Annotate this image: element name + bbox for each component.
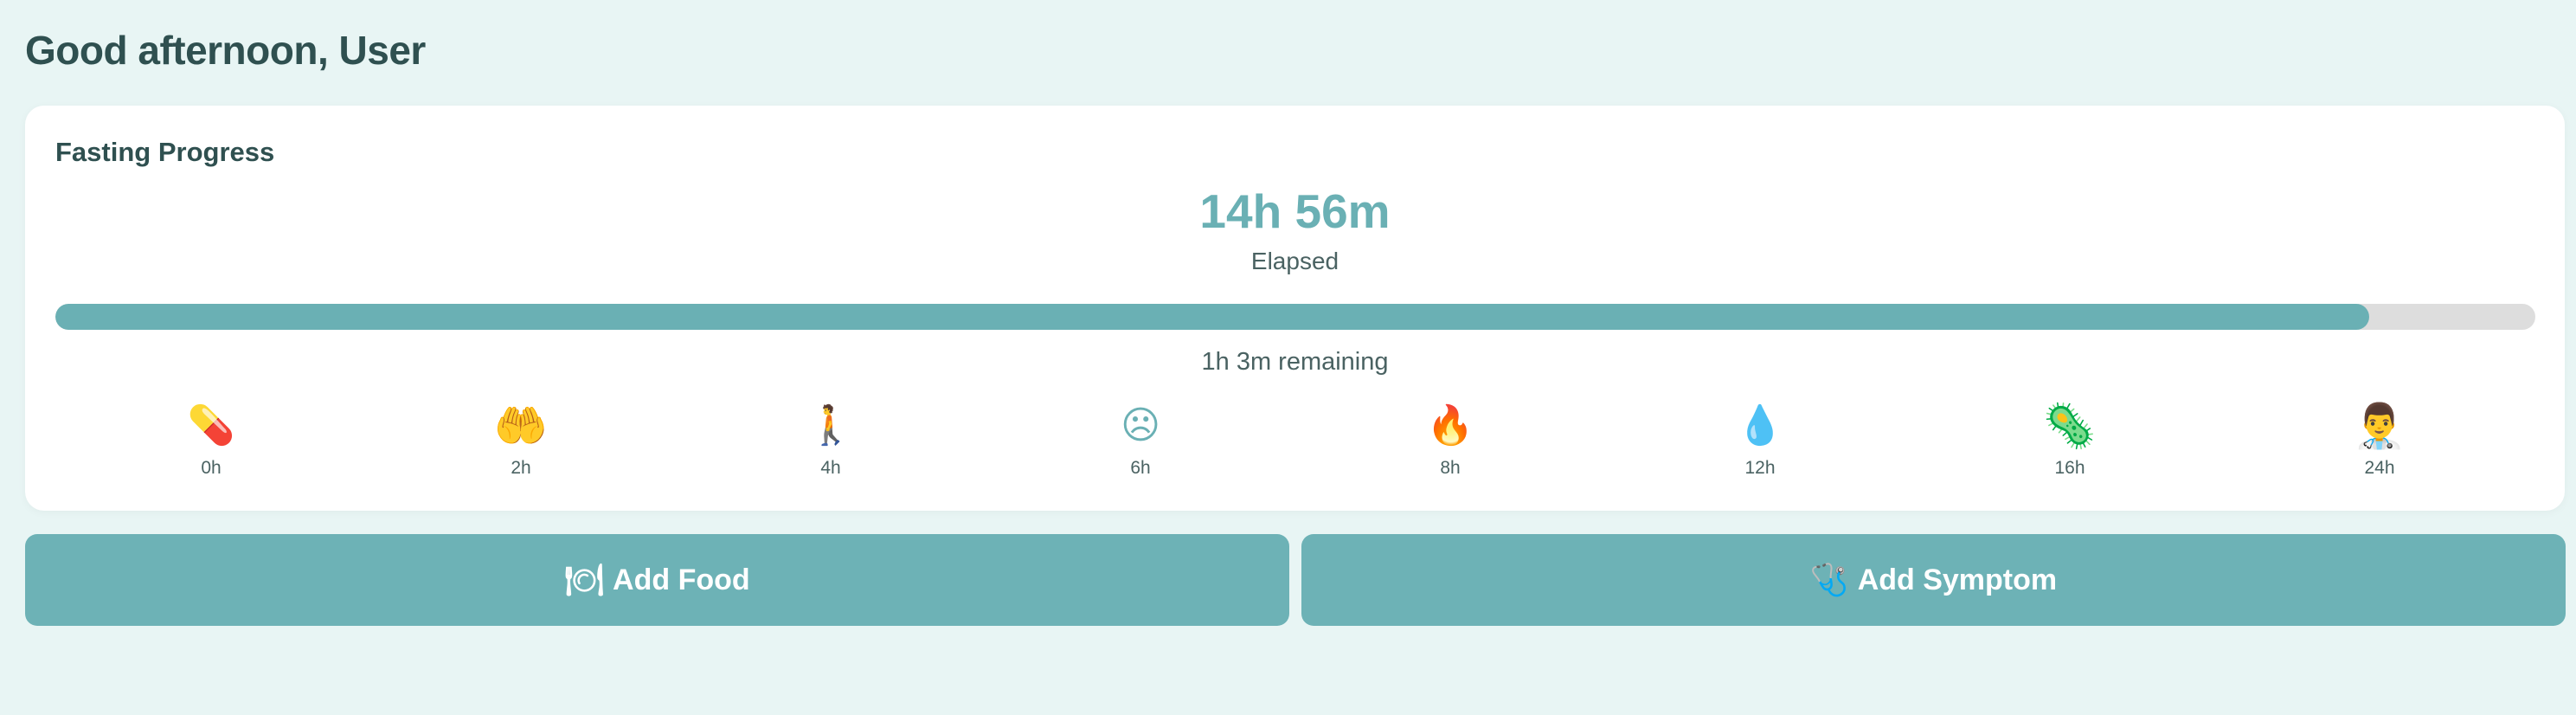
remaining-time: 1h 3m remaining [1201,348,1389,376]
milestone-label: 12h [1744,458,1776,478]
milestone-label: 6h [1130,458,1151,478]
walking-icon: 🚶 [806,404,855,447]
add-food-label: Add Food [613,563,750,596]
frown-face-icon: ☹ [1121,404,1160,447]
add-symptom-label: Add Symptom [1857,563,2058,596]
milestone-label: 2h [511,458,531,478]
milestone: 🚶 4h [761,400,900,481]
greeting-heading: Good afternoon, User [25,28,426,73]
card-title: Fasting Progress [55,137,275,167]
progress-bar [55,304,2535,330]
milestone: 🤲 2h [452,400,590,481]
add-food-button[interactable]: 🍽 Add Food [25,534,1289,626]
milestone-label: 4h [820,458,841,478]
elapsed-label: Elapsed [1250,248,1339,274]
pill-icon: 💊 [187,404,235,447]
hands-icon: 🤲 [493,402,549,450]
milestone-list: 💊 0h 🤲 2h 🚶 4h ☹ 6h 🔥 8h 💧 12h 🦠 16h 👨‍ [55,400,2535,495]
milestone: 🔥 8h [1381,400,1519,481]
flame-icon: 🔥 [1426,404,1474,447]
milestone-label: 16h [2054,458,2085,478]
add-symptom-button[interactable]: 🩺 Add Symptom [1301,534,2566,626]
milestone-label: 0h [201,458,222,478]
elapsed-time: 14h 56m [1199,184,1391,238]
milestone: 💊 0h [142,400,280,481]
milestone-label: 8h [1440,458,1461,478]
plate-icon: 🍽 [564,562,605,597]
doctor-icon: 👨‍⚕️ [2352,402,2407,450]
milestone: 💧 12h [1691,400,1829,481]
progress-bar-fill [55,304,2369,330]
droplet-icon: 💧 [1736,404,1784,447]
fasting-progress-card: Fasting Progress 14h 56m Elapsed 1h 3m r… [25,106,2565,511]
milestone: ☹ 6h [1071,400,1210,481]
microbe-icon: 🦠 [2042,402,2097,450]
milestone: 👨‍⚕️ 24h [2310,400,2449,481]
stethoscope-icon: 🩺 [1809,562,1849,597]
milestone-label: 24h [2364,458,2395,478]
milestone: 🦠 16h [2001,400,2139,481]
